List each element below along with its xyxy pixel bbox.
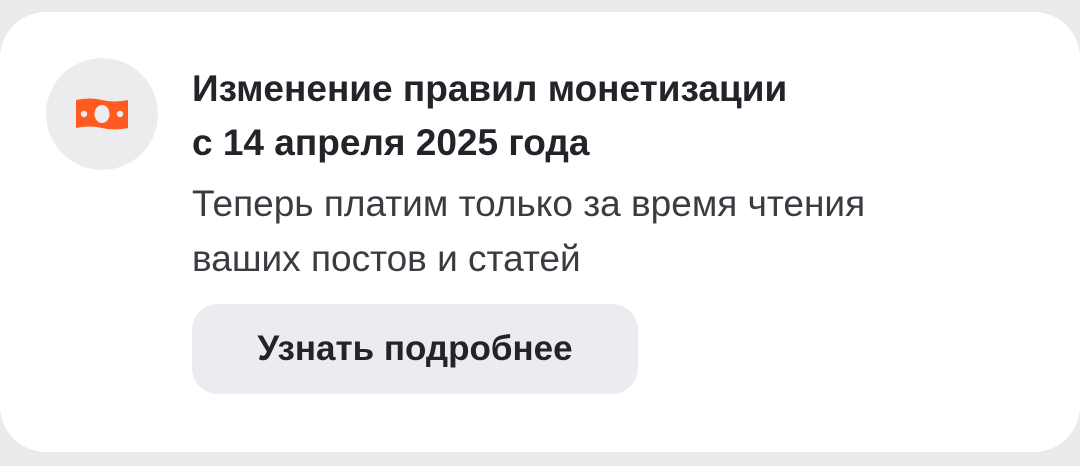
icon-badge bbox=[46, 58, 158, 170]
money-banknote-icon bbox=[76, 98, 128, 130]
card-description-line: Теперь платим только за время чтения bbox=[192, 183, 866, 224]
card-description-line: ваших постов и статей bbox=[192, 238, 581, 279]
learn-more-button[interactable]: Узнать подробнее bbox=[192, 304, 638, 394]
card-title-line: Изменение правил монетизации bbox=[192, 68, 788, 109]
card-title-line: с 14 апреля 2025 года bbox=[192, 122, 590, 163]
card-content: Изменение правил монетизации с 14 апреля… bbox=[192, 62, 1052, 286]
card-description: Теперь платим только за время чтения ваш… bbox=[192, 176, 1052, 286]
card-title: Изменение правил монетизации с 14 апреля… bbox=[192, 62, 1052, 170]
